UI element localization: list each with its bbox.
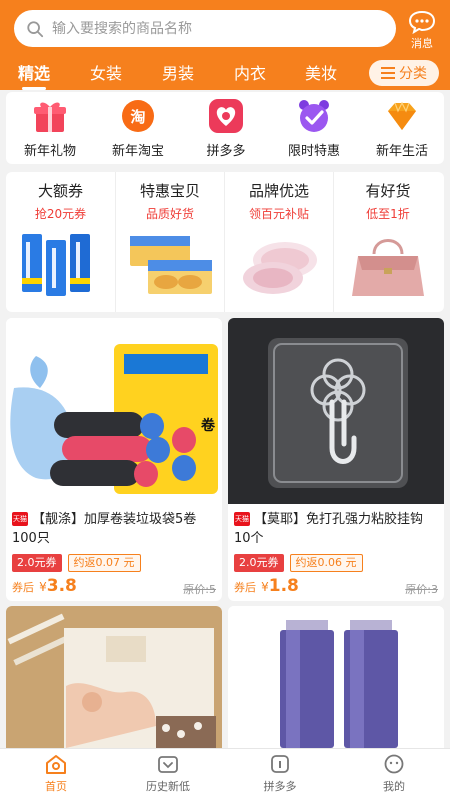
product-price: 券后 ¥1.8 原价:3: [234, 576, 438, 600]
price-value: 1.8: [268, 576, 299, 596]
product-title: 天猫 【莫耶】免打孔强力粘胶挂钩10个: [234, 510, 438, 548]
nav-label: 首页: [45, 780, 67, 793]
quick-categories: 新年礼物 淘 新年淘宝 拼多多 限时特惠 新年生活: [6, 92, 444, 164]
original-price: 原价:3: [405, 583, 438, 596]
quick-category-label: 限时特惠: [287, 144, 340, 159]
rebate-badge: 约返0.06 元: [289, 554, 363, 572]
promo-title: 有好货: [365, 182, 411, 200]
nav-home[interactable]: 首页: [16, 753, 96, 794]
quick-category-gift[interactable]: 新年礼物: [10, 98, 90, 159]
tab-womens[interactable]: 女装: [90, 60, 122, 84]
quick-category-label: 拼多多: [206, 144, 246, 159]
home-icon: [46, 755, 66, 774]
search-bar[interactable]: [14, 10, 396, 47]
nav-profile[interactable]: 我的: [354, 753, 434, 794]
product-title-text: 【莫耶】免打孔强力粘胶挂钩10个: [234, 512, 424, 546]
product-card[interactable]: 卷 天猫 【靓涤】加厚卷装垃圾袋5卷100只 2.0元券 约返0.07 元 券后 …: [6, 318, 222, 601]
search-icon: [27, 20, 44, 37]
category-button[interactable]: 分类: [369, 60, 439, 86]
pinduoduo-icon: [208, 98, 244, 134]
nav-label: 我的: [383, 780, 405, 793]
product-title: 天猫 【靓涤】加厚卷装垃圾袋5卷100只: [12, 510, 216, 548]
quick-category-pinduoduo[interactable]: 拼多多: [186, 98, 266, 159]
product-badges: 2.0元券 约返0.06 元: [234, 554, 438, 572]
bottom-nav: 首页 历史新低 拼多多 我的: [0, 748, 450, 800]
cosmetic-tube-product-image: [228, 606, 444, 748]
adhesive-hook-product-image: [268, 338, 408, 488]
gift-icon: [32, 98, 68, 134]
product-card[interactable]: [228, 606, 444, 748]
promo-subtitle: 领百元补贴: [248, 207, 309, 221]
promo-subtitle: 低至1折: [366, 207, 410, 221]
promo-panel: 大额券 抢20元券 特惠宝贝 品质好货 品牌优选 领百元补贴 有好货 低至1折: [6, 172, 444, 312]
promo-good-goods[interactable]: 有好货 低至1折: [333, 172, 442, 312]
tab-beauty[interactable]: 美妆: [305, 60, 337, 84]
currency-symbol: ¥: [39, 580, 47, 594]
handbag-product-image: [352, 239, 424, 296]
quick-category-taobao[interactable]: 淘 新年淘宝: [98, 98, 178, 159]
header: 消息 精选 女装 男装 内衣 美妆 分类: [0, 0, 450, 90]
promo-title: 特惠宝贝: [139, 182, 200, 200]
nav-pinduoduo[interactable]: 拼多多: [240, 753, 320, 794]
nav-label: 历史新低: [146, 780, 190, 793]
message-button[interactable]: 消息: [402, 10, 442, 50]
quick-category-label: 新年生活: [375, 144, 428, 159]
tmall-badge: 天猫: [12, 512, 28, 526]
cushion-compact-product-image: [243, 242, 317, 294]
quick-category-limited-offer[interactable]: 限时特惠: [274, 98, 354, 159]
quick-category-label: 新年礼物: [23, 144, 76, 159]
rebate-badge: 约返0.07 元: [67, 554, 141, 572]
tab-underwear[interactable]: 内衣: [234, 60, 266, 84]
toothbrush-product-image: [22, 234, 90, 296]
product-card[interactable]: [6, 606, 222, 748]
product-title-text: 【靓涤】加厚卷装垃圾袋5卷100只: [12, 512, 197, 546]
quick-category-new-year-life[interactable]: 新年生活: [362, 98, 442, 159]
pinduoduo-nav-icon: [271, 755, 289, 773]
promo-subtitle: 抢20元券: [34, 207, 87, 221]
snack-box-product-image: [130, 236, 212, 294]
after-coupon-label: 券后: [12, 581, 34, 594]
profile-icon: [384, 754, 404, 774]
alarm-clock-icon: [296, 98, 332, 134]
coupon-badge[interactable]: 2.0元券: [12, 554, 62, 572]
svg-text:卷: 卷: [200, 417, 216, 434]
category-button-label: 分类: [399, 66, 427, 82]
product-price: 券后 ¥3.8 原价:5: [12, 576, 216, 600]
search-input[interactable]: [52, 20, 372, 37]
promo-special-deals[interactable]: 特惠宝贝 品质好货: [115, 172, 224, 312]
promo-subtitle: 品质好货: [145, 207, 194, 221]
coupon-badge[interactable]: 2.0元券: [234, 554, 284, 572]
promo-brand-picks[interactable]: 品牌优选 领百元补贴: [224, 172, 333, 312]
garbage-bag-product-image: 卷: [10, 344, 218, 494]
tea-gift-box-product-image: [6, 606, 222, 748]
menu-icon: [381, 67, 395, 79]
promo-title: 品牌优选: [248, 182, 309, 200]
promo-title: 大额券: [37, 182, 83, 200]
promo-big-coupon[interactable]: 大额券 抢20元券: [6, 172, 115, 312]
quick-category-label: 新年淘宝: [111, 144, 164, 159]
currency-symbol: ¥: [261, 580, 269, 594]
history-low-icon: [158, 756, 178, 773]
product-card[interactable]: 天猫 【莫耶】免打孔强力粘胶挂钩10个 2.0元券 约返0.06 元 券后 ¥1.…: [228, 318, 444, 601]
product-image: [228, 318, 444, 504]
svg-text:淘: 淘: [129, 108, 145, 126]
tab-featured[interactable]: 精选: [18, 60, 50, 90]
tab-mens[interactable]: 男装: [162, 60, 194, 84]
message-label: 消息: [411, 37, 433, 50]
price-value: 3.8: [46, 576, 77, 596]
nav-history-low[interactable]: 历史新低: [128, 753, 208, 794]
diamond-icon: [384, 98, 420, 134]
original-price: 原价:5: [183, 583, 216, 596]
chat-bubble-icon: [408, 10, 436, 34]
tmall-badge: 天猫: [234, 512, 250, 526]
nav-label: 拼多多: [263, 780, 297, 793]
product-badges: 2.0元券 约返0.07 元: [12, 554, 216, 572]
product-image: 卷: [6, 318, 222, 504]
taobao-icon: 淘: [120, 98, 156, 134]
after-coupon-label: 券后: [234, 581, 256, 594]
